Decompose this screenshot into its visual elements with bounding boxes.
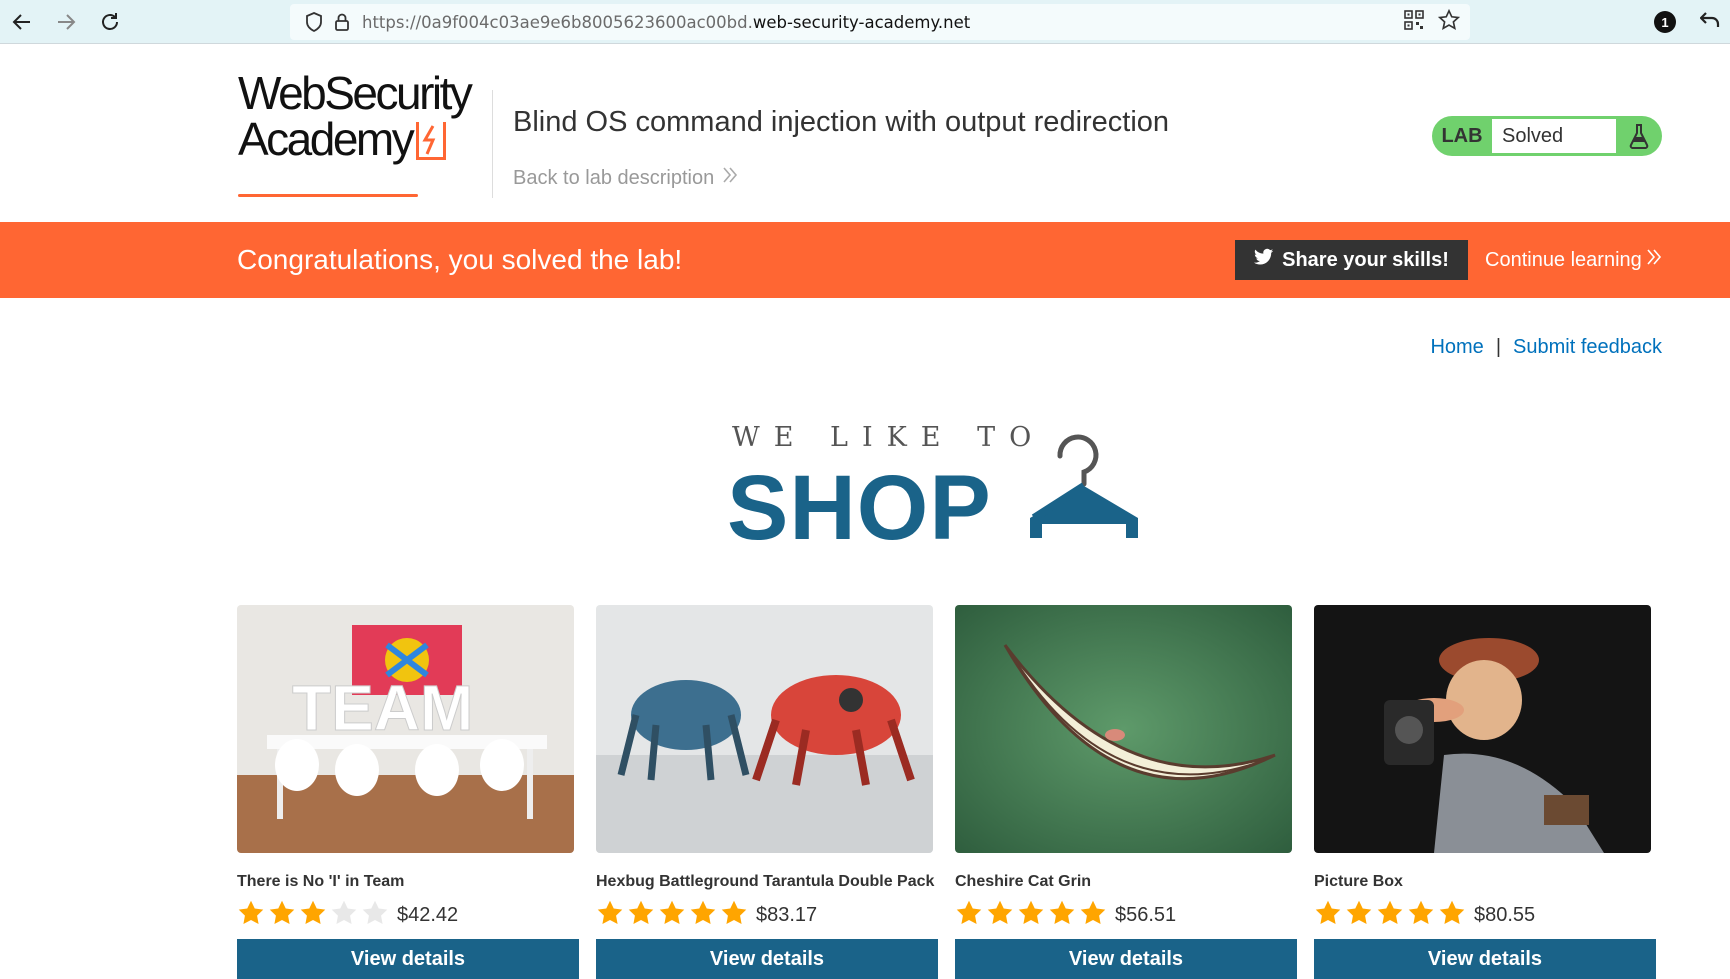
product-card: Picture Box $80.55 View details <box>1314 605 1656 979</box>
star-filled-icon <box>269 900 295 924</box>
rating-stars <box>955 899 1107 927</box>
browser-toolbar: https://0a9f004c03ae9e6b8005623600ac00bd… <box>0 0 1730 44</box>
star-filled-icon <box>628 900 654 924</box>
lab-status-widget: LAB Solved <box>1432 116 1662 156</box>
product-price: $80.55 <box>1474 903 1536 926</box>
product-price: $56.51 <box>1115 903 1177 926</box>
product-name: Hexbug Battleground Tarantula Double Pac… <box>596 873 935 890</box>
star-filled-icon <box>987 900 1013 924</box>
star-filled-icon <box>597 900 623 924</box>
star-empty-icon <box>331 900 357 924</box>
rating-stars <box>1314 899 1466 927</box>
lightning-icon <box>416 122 447 160</box>
double-chevron-icon <box>1646 248 1662 272</box>
rating-stars <box>596 899 748 927</box>
star-filled-icon <box>1018 900 1044 924</box>
header-divider <box>492 90 493 198</box>
address-bar[interactable]: https://0a9f004c03ae9e6b8005623600ac00bd… <box>290 4 1470 40</box>
product-image[interactable] <box>596 605 933 853</box>
star-filled-icon <box>1439 900 1465 924</box>
star-filled-icon <box>238 900 264 924</box>
star-filled-icon <box>690 900 716 924</box>
congratulations-message: Congratulations, you solved the lab! <box>237 244 683 275</box>
undo-arrow-icon[interactable] <box>1699 10 1720 35</box>
product-image[interactable] <box>955 605 1292 853</box>
nav-separator: | <box>1495 336 1502 358</box>
lab-tag: LAB <box>1441 124 1483 147</box>
lab-status-text: Solved <box>1492 119 1616 153</box>
home-link[interactable]: Home <box>1430 336 1483 359</box>
star-filled-icon <box>1408 900 1434 924</box>
view-details-button[interactable]: View details <box>237 939 579 979</box>
star-filled-icon <box>659 900 685 924</box>
view-details-button[interactable]: View details <box>596 939 938 979</box>
reload-icon[interactable] <box>88 0 132 44</box>
product-card: TEAM There is No 'I' in Team $42.42 View… <box>237 605 579 979</box>
congratulations-banner: Congratulations, you solved the lab! Sha… <box>0 222 1730 298</box>
back-arrow-icon[interactable] <box>0 0 44 44</box>
product-price: $42.42 <box>397 903 459 926</box>
share-skills-button[interactable]: Share your skills! <box>1235 240 1468 280</box>
extension-badge-icon[interactable]: 1 <box>1654 11 1676 33</box>
bookmark-star-icon[interactable] <box>1437 8 1461 36</box>
back-to-lab-link[interactable]: Back to lab description <box>513 166 738 190</box>
double-chevron-icon <box>722 166 738 190</box>
star-filled-icon <box>300 900 326 924</box>
star-filled-icon <box>1377 900 1403 924</box>
product-grid: TEAM There is No 'I' in Team $42.42 View… <box>237 605 1662 979</box>
continue-learning-link[interactable]: Continue learning <box>1485 248 1662 272</box>
product-name: There is No 'I' in Team <box>237 873 405 890</box>
star-filled-icon <box>1346 900 1372 924</box>
web-security-academy-logo[interactable]: WebSecurity Academy <box>238 70 494 206</box>
hero-title: SHOP <box>727 457 992 559</box>
lock-icon[interactable] <box>328 8 356 36</box>
star-filled-icon <box>1080 900 1106 924</box>
top-nav-links: Home | Submit feedback <box>1430 336 1662 359</box>
lab-title: Blind OS command injection with output r… <box>513 106 1170 138</box>
product-name: Picture Box <box>1314 873 1403 890</box>
view-details-button[interactable]: View details <box>955 939 1297 979</box>
shop-hero-banner: WE LIKE TO SHOP <box>727 420 1170 559</box>
submit-feedback-link[interactable]: Submit feedback <box>1513 336 1662 359</box>
url-text: https://0a9f004c03ae9e6b8005623600ac00bd… <box>362 12 971 32</box>
star-filled-icon <box>956 900 982 924</box>
product-image[interactable] <box>1314 605 1651 853</box>
flask-icon <box>1616 123 1662 149</box>
view-details-button[interactable]: View details <box>1314 939 1656 979</box>
star-empty-icon <box>362 900 388 924</box>
clothes-hanger-icon <box>1030 434 1138 538</box>
product-image[interactable]: TEAM <box>237 605 574 853</box>
forward-arrow-icon[interactable] <box>44 0 88 44</box>
product-name: Cheshire Cat Grin <box>955 873 1092 890</box>
product-card: Cheshire Cat Grin $56.51 View details <box>955 605 1297 979</box>
star-filled-icon <box>1315 900 1341 924</box>
rating-stars <box>237 899 389 927</box>
twitter-icon <box>1254 248 1274 272</box>
product-price: $83.17 <box>756 903 818 926</box>
lab-header: WebSecurity Academy Blind OS command inj… <box>0 44 1730 222</box>
star-filled-icon <box>721 900 747 924</box>
hero-tagline: WE LIKE TO <box>732 422 1046 453</box>
shield-icon[interactable] <box>300 8 328 36</box>
product-card: Hexbug Battleground Tarantula Double Pac… <box>596 605 938 979</box>
qr-code-icon[interactable] <box>1404 9 1424 35</box>
star-filled-icon <box>1049 900 1075 924</box>
svg-text:TEAM: TEAM <box>292 672 473 744</box>
logo-underline <box>238 194 418 197</box>
